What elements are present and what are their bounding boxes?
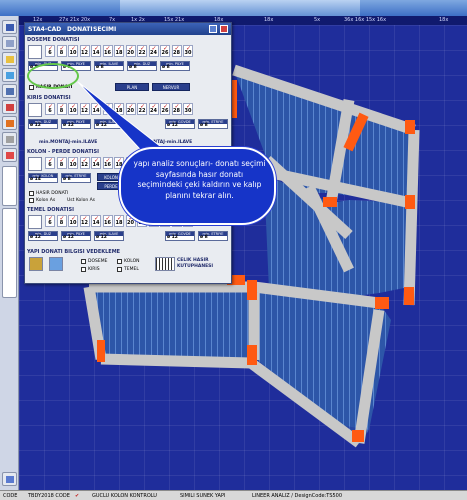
- status-simili: SIMILI SUNEK YAPI: [180, 493, 226, 499]
- status-tbdy: TBDY2018 CODE: [28, 493, 70, 499]
- status-guclu: GUCLU KOLON KONTROLU: [92, 493, 157, 499]
- callout-text: yapı analiz sonuçları- donatı seçimi say…: [133, 159, 266, 200]
- status-lineer: LINEER ANALIZ / DesignCode:TS500: [252, 493, 343, 499]
- status-bar: CODE TBDY2018 CODE ✔ GUCLU KOLON KONTROL…: [0, 490, 467, 500]
- instruction-callout: yapı analiz sonuçları- donatı seçimi say…: [119, 147, 276, 225]
- status-code: CODE: [3, 493, 18, 499]
- callout-connector: [77, 81, 166, 161]
- status-check-icon: ✔: [75, 493, 80, 499]
